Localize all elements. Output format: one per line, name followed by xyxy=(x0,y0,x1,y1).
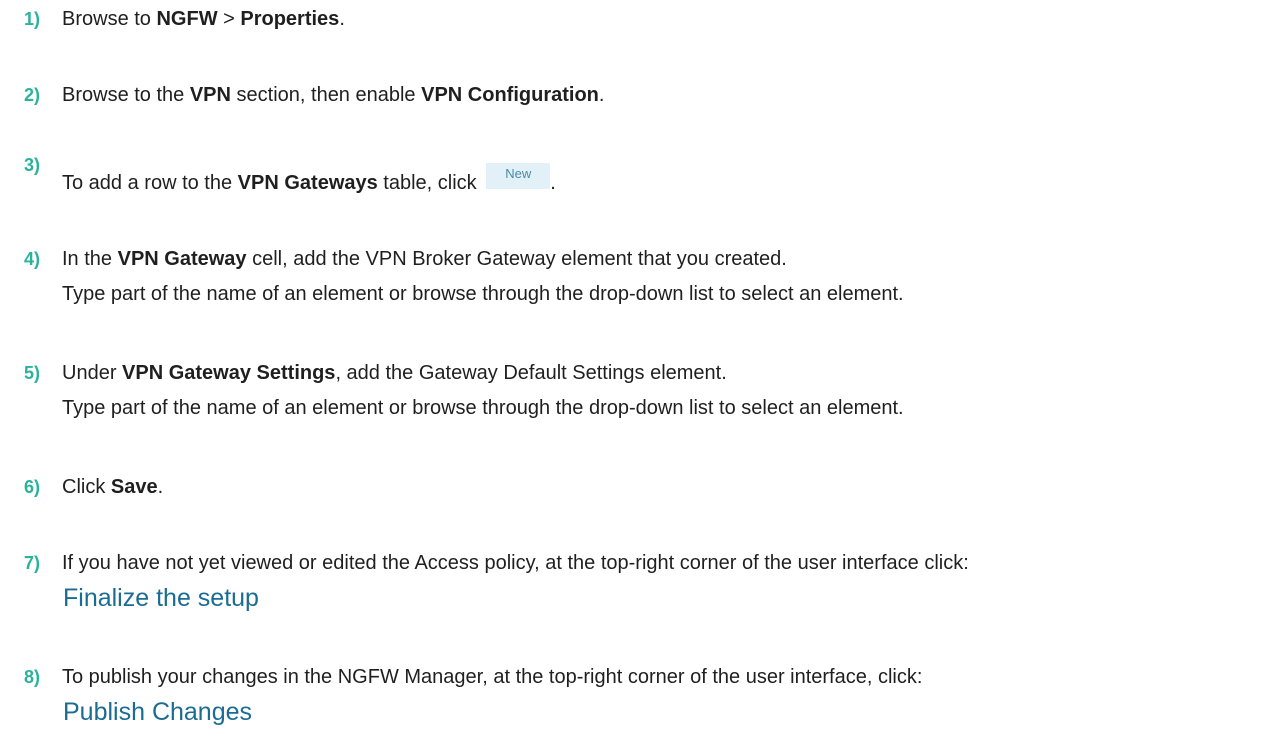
finalize-setup-link[interactable]: Finalize the setup xyxy=(63,583,259,613)
publish-changes-link[interactable]: Publish Changes xyxy=(63,697,252,727)
text-run: . xyxy=(157,476,164,498)
step-number: 4) xyxy=(24,249,41,269)
text-run: . xyxy=(598,84,605,106)
text-run: Under xyxy=(62,362,123,384)
ui-term-properties: Properties xyxy=(240,8,340,30)
step-number: 6) xyxy=(24,477,41,497)
text-run: Click xyxy=(62,476,111,498)
step-number: 2) xyxy=(24,85,41,105)
text-run: . xyxy=(339,8,345,30)
text-run: Browse to xyxy=(62,8,157,30)
text-run: In the xyxy=(62,248,118,270)
step-note: Type part of the name of an element or b… xyxy=(62,397,904,419)
ui-term-vpn: VPN xyxy=(189,84,231,106)
text-run: , add the Gateway Default Settings eleme… xyxy=(335,362,727,384)
text-run: > xyxy=(217,8,241,30)
step-text: To add a row to the VPN Gateways table, … xyxy=(62,163,556,195)
text-run: . xyxy=(550,172,556,194)
text-run: If you have not yet viewed or edited the… xyxy=(62,552,969,574)
text-run: To add a row to the xyxy=(62,172,238,194)
ui-term-vpn-gateway: VPN Gateway xyxy=(117,248,247,270)
step-text: In the VPN Gateway cell, add the VPN Bro… xyxy=(62,247,787,271)
ui-term-save: Save xyxy=(110,476,158,498)
step-number: 3) xyxy=(24,155,41,175)
step-number: 1) xyxy=(24,9,41,29)
step-text: If you have not yet viewed or edited the… xyxy=(62,551,969,575)
new-button[interactable]: New xyxy=(486,163,551,189)
step-note: Type part of the name of an element or b… xyxy=(62,283,904,305)
step-text: Click Save. xyxy=(62,475,163,499)
text-run: To publish your changes in the NGFW Mana… xyxy=(62,666,923,688)
text-run: section, then enable xyxy=(230,84,422,106)
step-text: To publish your changes in the NGFW Mana… xyxy=(62,665,922,689)
ui-term-vpn-configuration: VPN Configuration xyxy=(421,84,599,106)
step-text: Browse to NGFW > Properties. xyxy=(62,7,345,31)
text-run: cell, add the VPN Broker Gateway element… xyxy=(246,248,787,270)
step-number: 5) xyxy=(24,363,41,383)
ui-term-ngfw: NGFW xyxy=(156,8,218,30)
ui-term-vpn-gateway-settings: VPN Gateway Settings xyxy=(122,362,336,384)
step-number: 8) xyxy=(24,667,41,687)
step-text: Browse to the VPN section, then enable V… xyxy=(62,83,604,107)
step-number: 7) xyxy=(24,553,41,573)
text-run: table, click xyxy=(377,172,483,194)
step-text: Under VPN Gateway Settings, add the Gate… xyxy=(62,361,727,385)
ui-term-vpn-gateways: VPN Gateways xyxy=(237,172,378,194)
text-run: Browse to the xyxy=(62,84,190,106)
